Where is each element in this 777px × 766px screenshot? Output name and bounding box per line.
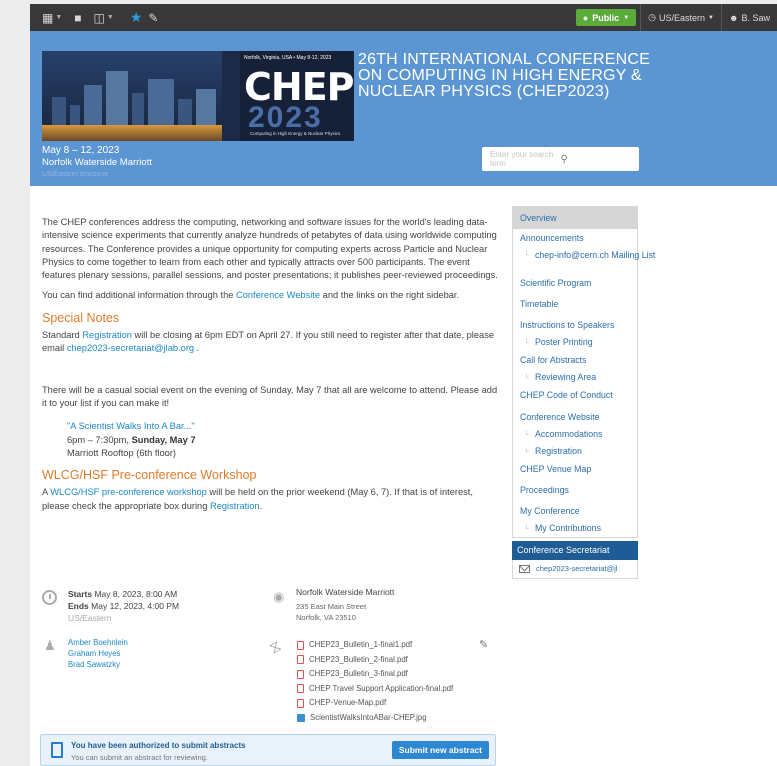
sidebar-item-conference-website[interactable]: Conference Website (513, 408, 637, 426)
sidebar-item-registration[interactable]: Registration (513, 443, 637, 460)
sidebar-item-proceedings[interactable]: Proceedings (513, 481, 637, 499)
sidebar-item-poster-printing[interactable]: Poster Printing (513, 334, 637, 351)
clock-icon: ◷ (648, 12, 657, 22)
public-button[interactable]: ● Public ▼ (575, 9, 637, 26)
timezone-selector[interactable]: ◷ US/Eastern ▼ (640, 4, 721, 31)
event-header: Norfolk, Virginia, USA • May 8-12, 2023 … (30, 31, 777, 186)
search-placeholder: Enter your search term (490, 150, 554, 168)
user-menu[interactable]: ☻ B. Saw (721, 4, 777, 31)
banner-subtitle: Computing in High Energy & Nuclear Physi… (250, 131, 341, 136)
registration-link[interactable]: Registration (82, 330, 132, 340)
event-description: The CHEP conferences address the computi… (42, 216, 498, 513)
sidebar-item-my-contributions[interactable]: My Contributions (513, 520, 637, 537)
globe-icon: ● (582, 12, 589, 23)
image-icon (297, 713, 305, 722)
location-pin-icon: ◉ (273, 589, 285, 604)
social-paragraph: There will be a casual social event on t… (42, 384, 498, 408)
pdf-icon (297, 684, 304, 694)
venue-details: Norfolk Waterside Marriott 235 East Main… (296, 587, 395, 622)
sidebar-item-instructions[interactable]: Instructions to Speakers (513, 316, 637, 334)
banner-year: 2023 (248, 101, 323, 134)
chair-link[interactable]: Amber Boehnlein (68, 638, 128, 647)
sidebar-item-reviewing-area[interactable]: Reviewing Area (513, 369, 637, 386)
event-dates: May 8 – 12, 2023 (42, 145, 120, 156)
attachment-file[interactable]: CHEP23_Bulletin_2-final.pdf (297, 653, 453, 668)
attachments-list: CHEP23_Bulletin_1-final1.pdf CHEP23_Bull… (297, 638, 453, 725)
envelope-icon (519, 564, 530, 573)
attachment-file[interactable]: ScientistWalksIntoABar-CHEP.jpg (297, 711, 453, 726)
secretariat-heading: Conference Secretariat (512, 540, 638, 560)
chair-link[interactable]: Brad Sawatzky (68, 660, 120, 669)
search-input[interactable]: Enter your search term ⚲ (482, 147, 639, 171)
sidebar-item-mailing-list[interactable]: └ chep-info@cern.ch Mailing List (513, 247, 655, 274)
workshop-text: A WLCG/HSF pre-conference workshop will … (42, 487, 473, 511)
chairpersons-list: Amber Boehnlein Graham Heyes Brad Sawatz… (68, 637, 128, 670)
sidebar-item-code-of-conduct[interactable]: CHEP Code of Conduct (513, 386, 637, 404)
document-icon (51, 742, 63, 758)
sidebar-menu: Overview Announcements └ chep-info@cern.c… (512, 206, 655, 538)
sidebar-item-venue-map[interactable]: CHEP Venue Map (513, 460, 637, 478)
attachment-icon: ⧖ (266, 637, 285, 658)
secretariat-email[interactable]: chep2023-secretariat@jl (536, 564, 617, 573)
search-icon[interactable]: ⚲ (561, 154, 632, 165)
conference-website-link[interactable]: Conference Website (236, 290, 320, 300)
event-times: Starts May 8, 2023, 8:00 AM Ends May 12,… (68, 589, 180, 623)
social-event-link[interactable]: "A Scientist Walks Into A Bar..." (67, 421, 195, 431)
banner-tagline: Norfolk, Virginia, USA • May 8-12, 2023 (244, 55, 332, 61)
sidebar-item-accommodations[interactable]: Accommodations (513, 426, 637, 443)
sidebar-item-overview[interactable]: Overview (513, 207, 637, 229)
special-notes-heading: Special Notes (42, 310, 120, 325)
event-timezone: US/Eastern timezone (42, 171, 109, 178)
attachment-file[interactable]: CHEP Travel Support Application-final.pd… (297, 682, 453, 697)
display-icon[interactable]: ■ (74, 11, 81, 25)
sidebar: Overview Announcements └ chep-info@cern.c… (512, 206, 655, 579)
favorite-star-icon[interactable]: ★ (130, 9, 143, 26)
event-venue: Norfolk Waterside Marriott (42, 157, 152, 168)
secretariat-contact[interactable]: chep2023-secretariat@jl (512, 559, 638, 579)
abstract-submission-bar: You have been authorized to submit abstr… (40, 734, 496, 766)
layout-menu-icon[interactable]: ◫ ▼ (94, 11, 114, 25)
chairperson-icon: ♟ (44, 638, 56, 653)
conference-title: 26TH INTERNATIONAL CONFERENCE ON COMPUTI… (358, 51, 651, 100)
attachment-file[interactable]: CHEP23_Bulletin_1-final1.pdf (297, 638, 453, 653)
submit-abstract-button[interactable]: Submit new abstract (391, 741, 489, 759)
attachment-file[interactable]: CHEP23_Bulletin_3-final.pdf (297, 667, 453, 682)
pdf-icon (297, 698, 304, 708)
social-event-details: "A Scientist Walks Into A Bar..." 6pm – … (67, 421, 196, 458)
sidebar-item-timetable[interactable]: Timetable (513, 295, 637, 313)
chair-link[interactable]: Graham Heyes (68, 649, 120, 658)
pdf-icon (297, 655, 304, 665)
top-toolbar: ▦ ▼ ■ ◫ ▼ ★ ✎ ● Public ▼ ◷ US/Eastern ▼ ☻ B. Sa… (30, 4, 777, 31)
pdf-icon (297, 640, 304, 650)
sidebar-item-announcements[interactable]: Announcements (513, 229, 637, 247)
workshop-heading: WLCG/HSF Pre-conference Workshop (42, 468, 257, 483)
sidebar-item-scientific-program[interactable]: Scientific Program (513, 274, 637, 292)
info-paragraph: You can find additional information thro… (42, 290, 460, 301)
clock-icon (42, 590, 57, 605)
edit-attachments-icon[interactable]: ✎ (479, 638, 488, 651)
user-icon: ☻ (729, 12, 739, 23)
pdf-icon (297, 669, 304, 679)
workshop-link[interactable]: WLCG/HSF pre-conference workshop (50, 487, 207, 497)
view-menu-icon[interactable]: ▦ ▼ (42, 11, 62, 25)
conference-banner: Norfolk, Virginia, USA • May 8-12, 2023 … (42, 51, 354, 141)
workshop-registration-link[interactable]: Registration (210, 501, 260, 511)
sidebar-item-my-conference[interactable]: My Conference (513, 502, 637, 520)
attachment-file[interactable]: CHEP-Venue-Map.pdf (297, 696, 453, 711)
secretariat-email-link[interactable]: chep2023-secretariat@jlab.org (67, 343, 194, 353)
sidebar-item-call-for-abstracts[interactable]: Call for Abstracts (513, 351, 637, 369)
special-notes-text: Standard Registration will be closing at… (42, 330, 495, 354)
edit-pencil-icon[interactable]: ✎ (148, 11, 158, 25)
intro-paragraph: The CHEP conferences address the computi… (42, 217, 498, 281)
page-content: The CHEP conferences address the computi… (30, 186, 777, 766)
